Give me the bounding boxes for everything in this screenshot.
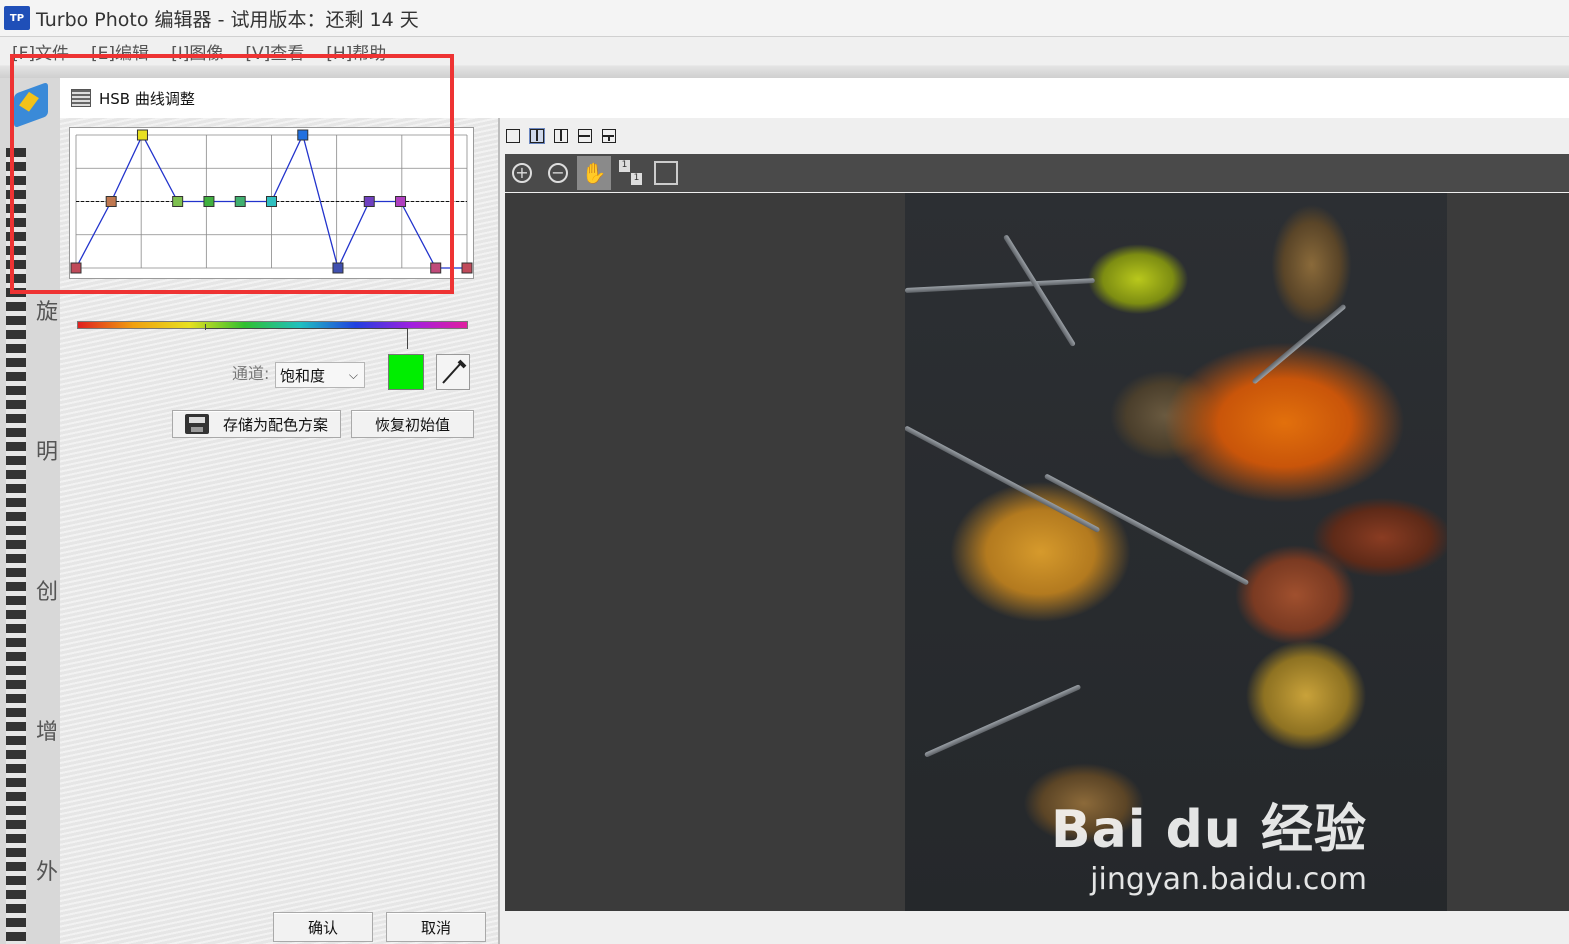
view-before-after-icon[interactable] xyxy=(529,128,545,144)
curve-control-point[interactable] xyxy=(430,262,442,274)
zoom-out-button[interactable]: − xyxy=(541,156,575,190)
save-scheme-button[interactable]: 存储为配色方案 xyxy=(172,410,341,438)
curve-control-point[interactable] xyxy=(70,262,82,274)
zoom-in-button[interactable]: + xyxy=(505,156,539,190)
curve-control-point[interactable] xyxy=(332,262,344,274)
curve-control-point[interactable] xyxy=(395,196,407,207)
hsb-curve-editor[interactable] xyxy=(69,127,474,279)
curve-control-point[interactable] xyxy=(203,196,215,207)
curve-graph[interactable] xyxy=(70,128,473,278)
ok-button[interactable]: 确认 xyxy=(273,912,373,942)
curve-control-point[interactable] xyxy=(363,196,375,207)
dialog-icon xyxy=(71,89,91,107)
app-icon: TP xyxy=(4,6,30,30)
fit-window-button[interactable] xyxy=(649,156,683,190)
rail-label-create[interactable]: 创 xyxy=(36,574,58,606)
eyedropper-icon xyxy=(442,359,467,384)
spoon-handle xyxy=(905,425,1101,533)
zoom-in-icon: + xyxy=(512,163,532,183)
view-quad-icon[interactable] xyxy=(602,129,616,143)
rail-label-rotate[interactable]: 旋 xyxy=(36,294,58,326)
spices-photo: Bai du 经验 jingyan.baidu.com xyxy=(905,193,1447,911)
hand-icon: ✋ xyxy=(581,161,607,185)
cancel-label: 取消 xyxy=(420,918,451,937)
spoon-handle xyxy=(905,278,1095,293)
hsb-curve-dialog: HSB 曲线调整 通道: 饱和度 ⌵ 存储为配色方案 恢复初始值 确认 取消 +… xyxy=(60,78,1569,944)
view-split-horizontal-icon[interactable] xyxy=(578,129,592,143)
save-scheme-label: 存储为配色方案 xyxy=(222,415,328,434)
view-split-vertical-icon[interactable] xyxy=(554,129,568,143)
spoon-handle xyxy=(923,684,1082,758)
view-mode-bar xyxy=(506,126,626,146)
ok-label: 确认 xyxy=(307,918,338,937)
floppy-disk-icon xyxy=(184,414,209,434)
dialog-titlebar[interactable]: HSB 曲线调整 xyxy=(60,78,1569,118)
zoom-toolbar: + − ✋ 1 1 xyxy=(505,154,1569,192)
watermark-main: Bai du 经验 xyxy=(1051,800,1367,860)
reset-button[interactable]: 恢复初始值 xyxy=(351,410,474,438)
curve-control-point[interactable] xyxy=(297,129,309,141)
toolbar-strip xyxy=(0,66,1569,78)
spoon-handle xyxy=(1043,473,1250,586)
dialog-title: HSB 曲线调整 xyxy=(99,89,195,108)
app-titlebar: TP Turbo Photo 编辑器 - 试用版本：还剩 14 天 xyxy=(0,0,1569,37)
chevron-down-icon: ⌵ xyxy=(348,368,358,382)
spoon-handle xyxy=(1002,234,1077,348)
channel-select-value: 饱和度 xyxy=(280,366,326,385)
curve-control-point[interactable] xyxy=(136,129,148,141)
hand-tool-button[interactable]: ✋ xyxy=(577,156,611,190)
menubar: [F]文件 [E]编辑 [I]图像 [V]查看 [H]帮助 xyxy=(0,37,1569,65)
rail-label-outer[interactable]: 外 xyxy=(36,854,58,886)
curve-control-point[interactable] xyxy=(266,196,277,207)
channel-select[interactable]: 饱和度 ⌵ xyxy=(275,362,365,388)
actual-size-icon-part: 1 xyxy=(631,173,642,185)
filmstrip xyxy=(6,148,26,944)
curve-control-point[interactable] xyxy=(234,196,246,207)
cancel-button[interactable]: 取消 xyxy=(386,912,486,942)
view-single-icon[interactable] xyxy=(506,129,520,143)
preview-panel: + − ✋ 1 1 Bai du 经验 jingyan.baidu.com xyxy=(500,118,1569,944)
actual-size-icon: 1 xyxy=(619,160,630,172)
import-arrow-icon[interactable] xyxy=(14,81,48,129)
watermark-sub: jingyan.baidu.com xyxy=(1090,862,1367,897)
menu-edit[interactable]: [E]编辑 xyxy=(91,39,149,64)
rail-label-brightness[interactable]: 明 xyxy=(36,434,58,466)
actual-size-button[interactable]: 1 1 xyxy=(613,156,647,190)
curve-control-point[interactable] xyxy=(105,196,117,207)
left-rail: 旋 明 创 增 外 xyxy=(0,78,60,944)
channel-label: 通道: xyxy=(232,364,270,383)
zoom-out-icon: − xyxy=(548,163,568,183)
menu-file[interactable]: [F]文件 xyxy=(12,39,69,64)
reset-label: 恢复初始值 xyxy=(374,415,450,434)
baidu-watermark: Bai du 经验 jingyan.baidu.com xyxy=(1051,787,1367,897)
spoon-handle xyxy=(1251,303,1347,385)
image-canvas[interactable]: Bai du 经验 jingyan.baidu.com xyxy=(505,193,1569,911)
curve-control-point[interactable] xyxy=(172,196,184,207)
spectrum-connector xyxy=(205,328,408,349)
color-swatch[interactable] xyxy=(388,354,424,390)
menu-help[interactable]: [H]帮助 xyxy=(326,39,386,64)
curve-control-point[interactable] xyxy=(461,262,473,274)
rail-label-enhance[interactable]: 增 xyxy=(36,714,58,746)
controls-panel: 通道: 饱和度 ⌵ 存储为配色方案 恢复初始值 确认 取消 xyxy=(60,118,498,944)
menu-image[interactable]: [I]图像 xyxy=(171,39,223,64)
menu-view[interactable]: [V]查看 xyxy=(245,39,304,64)
eyedropper-button[interactable] xyxy=(436,354,470,390)
fit-window-icon xyxy=(654,161,678,185)
app-title: Turbo Photo 编辑器 - 试用版本：还剩 14 天 xyxy=(36,8,419,31)
